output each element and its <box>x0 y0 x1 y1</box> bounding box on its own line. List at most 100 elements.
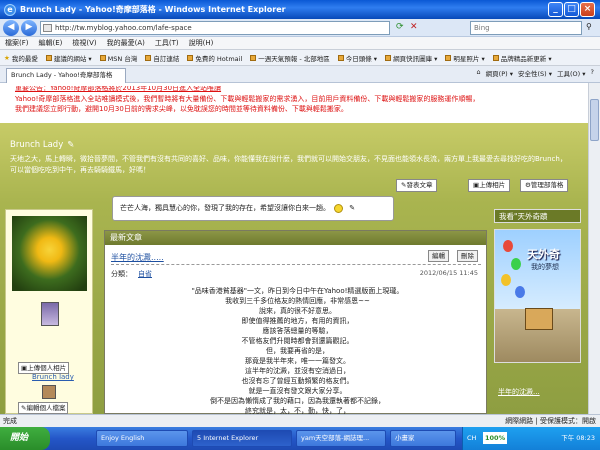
post-line: 我收到三千多位格友的熱情回應，非常感恩~~ <box>225 297 370 305</box>
address-input[interactable]: http://tw.myblog.yahoo.com/lafe-space <box>40 21 390 35</box>
tab-row: Brunch Lady - Yahoo!奇摩部落格 ⌂ 網頁(P) ▾ 安全性(… <box>0 66 600 83</box>
system-tray: CH 100% 下午 08:23 <box>462 427 600 450</box>
favorites-bar: ★ 我的最愛 建議的網站 ▾ MSN 台灣 自訂連結 免費的 Hotmail 一週… <box>0 50 600 66</box>
address-url: http://tw.myblog.yahoo.com/lafe-space <box>55 24 192 32</box>
zone-status: 網際網路 | 受保護模式：開啟 <box>505 417 596 425</box>
profile-sidebar: ▣上傳個人相片 Brunch lady ✎編輯個人檔案 <box>5 209 93 414</box>
close-button[interactable]: × <box>580 2 595 17</box>
fav-link-weather[interactable]: 一週天氣預報 - 北部地區 <box>246 53 333 63</box>
scrollbar-thumb[interactable] <box>590 99 599 141</box>
fav-link-brands[interactable]: 品牌精品新更新 ▾ <box>489 53 556 63</box>
page-icon <box>43 24 52 32</box>
balloon-shape <box>511 258 521 270</box>
menu-tools[interactable]: 工具(T) <box>150 38 184 48</box>
link-icon <box>145 54 152 61</box>
photo-thumbnail[interactable] <box>41 302 59 326</box>
latest-posts-heading: 最新文章 <box>105 231 486 245</box>
back-arrow-icon[interactable]: ◀ <box>3 20 19 36</box>
user-link[interactable]: Brunch lady <box>32 373 74 381</box>
task-paint[interactable]: 小畫家 <box>390 430 456 447</box>
menu-view[interactable]: 檢視(V) <box>67 38 101 48</box>
post-line: 就是一直沒有發文跟大家分享。 <box>248 387 347 395</box>
link-icon <box>337 54 344 61</box>
address-toolbar: ◀ ▶ http://tw.myblog.yahoo.com/lafe-spac… <box>0 19 600 37</box>
window-title: Brunch Lady - Yahoo!奇摩部落格 - Windows Inte… <box>20 5 286 14</box>
taskbar: 開始 Enjoy English 5 Internet Explorer yam… <box>0 427 600 450</box>
edit-profile-button[interactable]: ✎編輯個人檔案 <box>18 402 69 414</box>
fav-link-celebrity[interactable]: 明星照片 ▾ <box>441 53 488 63</box>
search-icon[interactable]: ⚲ <box>586 22 592 31</box>
vertical-scrollbar[interactable] <box>588 83 600 414</box>
announcement-line-1: Yahoo!奇摩部落格進入全站唯讀模式後，我們暫時將有大量備份、下載與輕鬆搬家的… <box>15 95 480 103</box>
profile-photo <box>12 216 87 291</box>
task-internet-explorer[interactable]: 5 Internet Explorer <box>192 430 292 447</box>
tools-menu[interactable]: 工具(O) ▾ <box>557 68 586 78</box>
balloon-shape <box>515 286 525 298</box>
delete-post-button[interactable]: 刪除 <box>457 250 478 262</box>
forward-arrow-icon[interactable]: ▶ <box>21 20 37 36</box>
post-line: 應該答落總量的等驗， <box>262 327 333 335</box>
task-yam-blog[interactable]: yam天空部落-網誌理... <box>296 430 386 447</box>
announcement-line-2: 我們建議您立即行動，避開10月30日前的需求尖峰，以免耽誤您的時間並等待資料備份… <box>15 105 348 113</box>
post-article-button[interactable]: ✎發表文章 <box>396 179 438 192</box>
menu-favorites[interactable]: 我的最愛(A) <box>102 38 150 48</box>
pencil-icon[interactable]: ✎ <box>349 204 355 212</box>
movie-poster-image[interactable]: 天外奇 我的夢想 <box>494 229 581 363</box>
fav-link-suggested[interactable]: 建議的網站 ▾ <box>42 53 96 63</box>
fav-link-custom[interactable]: 自訂連結 <box>141 53 183 63</box>
home-icon[interactable]: ⌂ <box>477 68 481 78</box>
menu-edit[interactable]: 編輯(E) <box>34 38 68 48</box>
language-indicator[interactable]: CH <box>467 427 476 450</box>
page-menu[interactable]: 網頁(P) ▾ <box>486 68 513 78</box>
tab-current[interactable]: Brunch Lady - Yahoo!奇摩部落格 <box>6 68 126 83</box>
avatar[interactable] <box>42 385 56 399</box>
menu-bar: 檔案(F) 編輯(E) 檢視(V) 我的最愛(A) 工具(T) 說明(H) <box>0 37 600 50</box>
search-placeholder: Bing <box>474 24 490 32</box>
greeting-bubble: 芒芒人海，獨具慧心的你，發現了我的存在，希望沒讓你白來一趟。 ✎ <box>112 196 394 221</box>
clock[interactable]: 下午 08:23 <box>561 427 595 450</box>
page-viewport: 重要公告：Yahoo!奇摩部落格將於2013年10月30日進入全站唯讀 Yaho… <box>0 83 588 414</box>
poster-subtitle: 我的夢想 <box>531 263 559 271</box>
blog-title: Brunch Lady ✎ <box>10 140 75 150</box>
favorites-button[interactable]: ★ 我的最愛 <box>0 53 42 63</box>
post-line: "品味香港貧基器"一文，昨日到今日中午在Yahoo!精選版面上現瓏。 <box>191 287 404 295</box>
maximize-button[interactable]: □ <box>564 2 579 17</box>
refresh-icon[interactable]: ⟳ <box>396 22 404 32</box>
post-date: 2012/06/15 11:45 <box>419 269 478 277</box>
post-category: 分類： 自省 <box>111 269 152 279</box>
menu-file[interactable]: 檔案(F) <box>0 38 34 48</box>
fav-link-webslices[interactable]: 網頁快訊圖庫 ▾ <box>381 53 441 63</box>
post-body: "品味香港貧基器"一文，昨日到今日中午在Yahoo!精選版面上現瓏。 我收到三千… <box>125 286 470 414</box>
window-titlebar: e Brunch Lady - Yahoo!奇摩部落格 - Windows In… <box>0 0 600 19</box>
menu-help[interactable]: 說明(H) <box>184 38 219 48</box>
edit-post-button[interactable]: 編輯 <box>428 250 449 262</box>
stop-icon[interactable]: ✕ <box>410 22 418 32</box>
recent-post-link[interactable]: 半年的沈澱... <box>498 387 540 397</box>
house-shape <box>525 308 553 330</box>
link-icon <box>45 54 52 61</box>
fav-link-hotmail[interactable]: 免費的 Hotmail <box>183 53 246 63</box>
internet-explorer-icon: e <box>4 3 16 16</box>
upload-photo-button[interactable]: ▣上傳相片 <box>468 179 511 192</box>
divider <box>111 264 481 265</box>
pencil-icon[interactable]: ✎ <box>67 140 74 150</box>
task-enjoy-english[interactable]: Enjoy English <box>96 430 188 447</box>
link-icon <box>445 54 452 61</box>
post-title-link[interactable]: 半年的沈澱..... <box>111 252 164 263</box>
announcement-headline[interactable]: 重要公告：Yahoo!奇摩部落格將於2013年10月30日進入全站唯讀 <box>15 86 573 94</box>
category-link[interactable]: 自省 <box>138 270 152 278</box>
announcement: 重要公告：Yahoo!奇摩部落格將於2013年10月30日進入全站唯讀 Yaho… <box>0 86 588 114</box>
start-button[interactable]: 開始 <box>0 427 50 450</box>
post-line: 說來，真的很不好意思。 <box>259 307 336 315</box>
fav-link-headlines[interactable]: 今日頭條 ▾ <box>334 53 381 63</box>
post-line: 那竟是我半年來，唯一一篇發文。 <box>245 357 350 365</box>
minimize-button[interactable]: _ <box>548 2 563 17</box>
fav-link-msn[interactable]: MSN 台灣 <box>96 53 142 63</box>
search-input[interactable]: Bing <box>470 21 582 35</box>
battery-indicator[interactable]: 100% <box>483 432 508 444</box>
help-icon[interactable]: ? <box>591 68 594 78</box>
post-line: 即使值得推薦的地方，有用的資訊， <box>241 317 354 325</box>
safety-menu[interactable]: 安全性(S) ▾ <box>518 68 552 78</box>
post-line: 但，我要再省的是， <box>266 347 329 355</box>
manage-blog-button[interactable]: ⚙管理部落格 <box>520 179 569 192</box>
